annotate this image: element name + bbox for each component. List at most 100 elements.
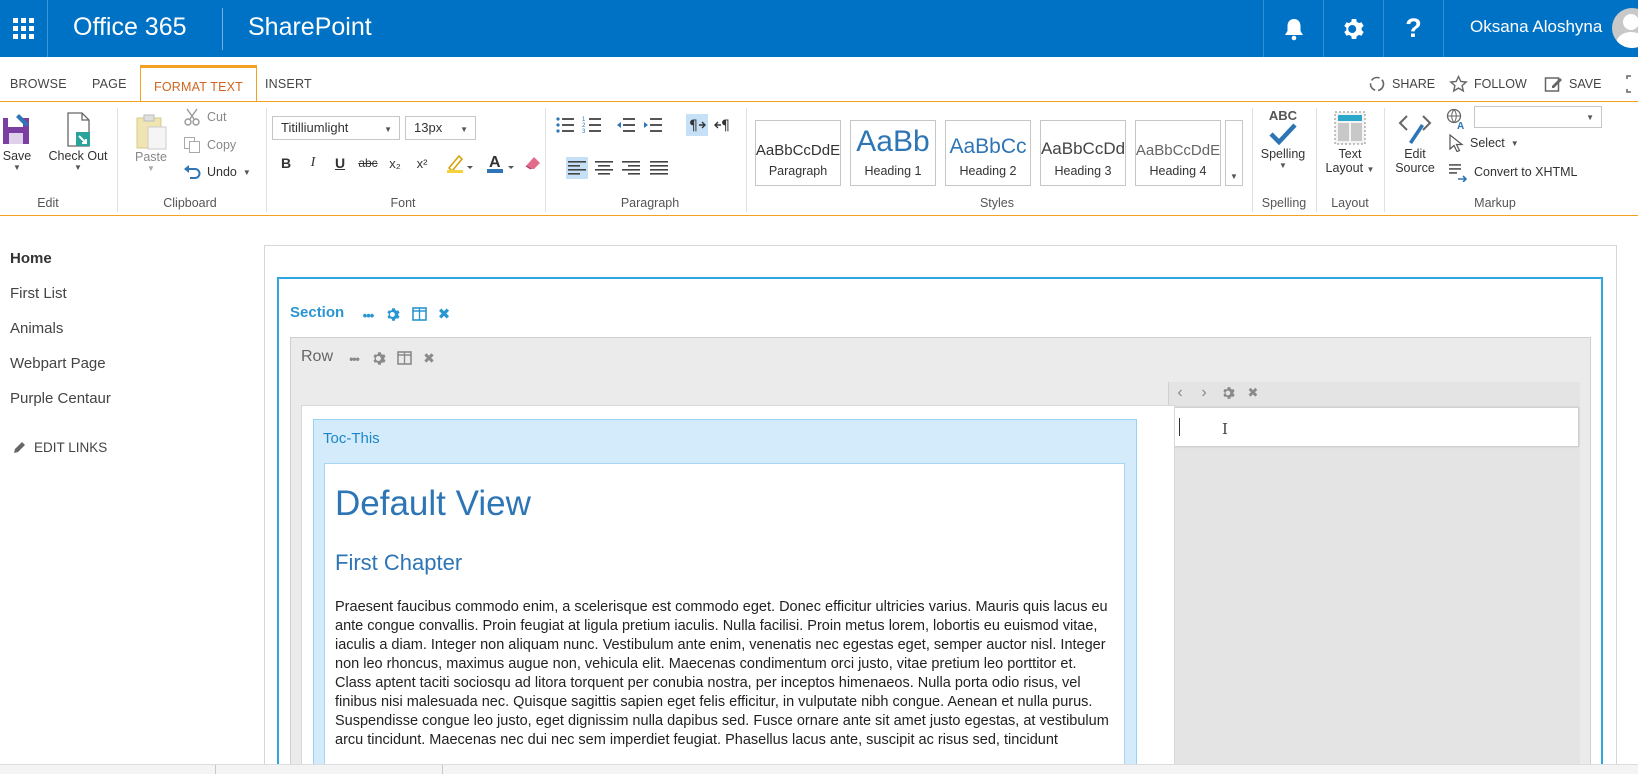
webpart-content[interactable]: Default View First Chapter Praesent fauc… xyxy=(324,463,1125,774)
save-label: Save xyxy=(2,149,32,163)
markup-group-label: Markup xyxy=(1474,196,1516,210)
strikethrough-button[interactable]: abc xyxy=(357,152,379,174)
undo-button[interactable]: Undo ▼ xyxy=(183,163,251,181)
row-delete-button[interactable]: ✖ xyxy=(421,350,437,366)
numbering-button[interactable]: 1 2 3 xyxy=(581,114,603,136)
language-select[interactable]: ▼ xyxy=(1474,106,1602,128)
bullets-button[interactable] xyxy=(554,114,576,136)
highlight-color-button[interactable] xyxy=(443,152,477,174)
style-heading-2[interactable]: AaBbCc Heading 2 xyxy=(945,120,1031,186)
font-family-select[interactable]: Titilliumlight ▼ xyxy=(272,116,400,140)
tab-insert[interactable]: INSERT xyxy=(265,77,312,91)
font-size-select[interactable]: 13px ▼ xyxy=(405,116,476,140)
row-layout-button[interactable] xyxy=(396,350,412,366)
svg-text:¶: ¶ xyxy=(721,118,730,134)
check-out-document-icon xyxy=(67,112,90,147)
nav-item-webpart-page[interactable]: Webpart Page xyxy=(10,355,106,372)
paste-button[interactable]: Paste ▼ xyxy=(128,112,174,173)
follow-button[interactable]: FOLLOW xyxy=(1449,75,1527,93)
underline-button[interactable]: U xyxy=(329,152,351,174)
increase-indent-button[interactable] xyxy=(642,114,664,136)
edit-links-label: EDIT LINKS xyxy=(34,440,108,455)
font-color-icon: A xyxy=(487,154,514,173)
cut-button[interactable]: Cut xyxy=(183,108,226,126)
align-center-button[interactable] xyxy=(593,157,615,179)
edit-source-label-1: Edit xyxy=(1404,147,1426,161)
tab-page[interactable]: PAGE xyxy=(92,77,127,91)
align-left-button[interactable] xyxy=(566,157,588,179)
style-sample: AaBbCcDdE xyxy=(1135,142,1221,159)
content-paragraph: Praesent faucibus commodo enim, a sceler… xyxy=(335,599,1109,748)
style-sample: AaBbCc xyxy=(949,135,1027,158)
edit-source-label-2: Source xyxy=(1395,161,1435,175)
right-to-left-button[interactable]: ¶ xyxy=(713,114,735,136)
clipboard-group-label: Clipboard xyxy=(163,196,217,210)
save-page-button[interactable]: SAVE xyxy=(1544,75,1601,93)
gear-icon xyxy=(372,351,386,365)
column-settings-button[interactable] xyxy=(1221,385,1237,401)
text-cursor-icon: I xyxy=(1222,420,1228,438)
avatar[interactable] xyxy=(1612,8,1638,48)
italic-button[interactable]: I xyxy=(302,152,324,174)
row-more-button[interactable]: ••• xyxy=(346,351,362,367)
nav-item-purple-centaur[interactable]: Purple Centaur xyxy=(10,390,111,407)
tab-format-text[interactable]: FORMAT TEXT xyxy=(140,65,258,102)
convert-to-xhtml-button[interactable]: Convert to XHTML xyxy=(1448,162,1578,182)
bold-button[interactable]: B xyxy=(275,152,297,174)
spelling-label: Spelling xyxy=(1260,147,1306,161)
tab-browse[interactable]: BROWSE xyxy=(10,77,67,91)
text-layout-button[interactable]: Text Layout ▼ xyxy=(1320,110,1380,177)
section-settings-button[interactable] xyxy=(385,306,401,322)
font-color-button[interactable]: A xyxy=(484,152,518,174)
align-right-button[interactable] xyxy=(620,157,642,179)
office-365-brand[interactable]: Office 365 xyxy=(73,13,187,42)
select-button[interactable]: Select ▼ xyxy=(1448,134,1519,152)
chevron-down-icon: ▼ xyxy=(13,163,21,172)
rtl-paragraph-icon: ¶ xyxy=(714,118,730,134)
column-move-right-button[interactable]: › xyxy=(1196,384,1212,401)
section-layout-button[interactable] xyxy=(411,306,427,322)
styles-more-button[interactable]: ▼ xyxy=(1225,120,1243,186)
help-button[interactable]: ? xyxy=(1383,0,1443,57)
subscript-button[interactable]: x₂ xyxy=(384,152,406,174)
nav-item-home[interactable]: Home xyxy=(10,250,52,267)
share-button[interactable]: SHARE xyxy=(1368,75,1435,93)
star-icon xyxy=(1449,75,1468,93)
edit-links-button[interactable]: EDIT LINKS xyxy=(12,440,107,455)
spelling-button[interactable]: ABC Spelling ▼ xyxy=(1256,108,1310,170)
style-heading-1[interactable]: AaBb Heading 1 xyxy=(850,120,936,186)
section-more-button[interactable]: ••• xyxy=(360,307,376,323)
section-delete-button[interactable]: ✖ xyxy=(436,306,452,323)
style-heading-4[interactable]: AaBbCcDdE Heading 4 xyxy=(1135,120,1221,186)
column-delete-button[interactable]: ✖ xyxy=(1245,385,1261,401)
settings-button[interactable] xyxy=(1323,0,1383,57)
app-launcher-button[interactable] xyxy=(0,0,48,57)
nav-item-first-list[interactable]: First List xyxy=(10,285,67,302)
focus-on-content-button[interactable] xyxy=(1626,75,1638,93)
copy-button[interactable]: Copy xyxy=(183,136,236,154)
style-heading-3[interactable]: AaBbCcDd Heading 3 xyxy=(1040,120,1126,186)
edit-source-button[interactable]: Edit Source xyxy=(1388,110,1442,175)
style-paragraph[interactable]: AaBbCcDdE Paragraph xyxy=(755,120,841,186)
column-move-left-button[interactable]: ‹ xyxy=(1172,384,1188,401)
clear-format-button[interactable] xyxy=(522,152,544,174)
justify-button[interactable] xyxy=(648,157,670,179)
sharepoint-app-title[interactable]: SharePoint xyxy=(248,13,372,42)
svg-text:3: 3 xyxy=(582,129,586,135)
webpart-title: Toc-This xyxy=(323,430,380,447)
decrease-indent-button[interactable] xyxy=(615,114,637,136)
content-heading-2: First Chapter xyxy=(335,550,463,575)
user-name[interactable]: Oksana Aloshyna xyxy=(1470,17,1602,37)
save-button[interactable]: Save ▼ xyxy=(0,112,34,172)
row-settings-button[interactable] xyxy=(371,350,387,366)
check-out-button[interactable]: Check Out ▼ xyxy=(46,112,110,172)
superscript-button[interactable]: x² xyxy=(411,152,433,174)
notifications-button[interactable] xyxy=(1263,0,1323,57)
rich-text-editor[interactable]: I xyxy=(1168,407,1579,447)
convert-label: Convert to XHTML xyxy=(1474,165,1578,179)
left-to-right-button[interactable]: ¶ xyxy=(686,114,708,136)
nav-item-animals[interactable]: Animals xyxy=(10,320,63,337)
language-picker[interactable]: A xyxy=(1446,108,1468,130)
more-dots-icon: ••• xyxy=(362,307,375,323)
suite-bar: Office 365 SharePoint ? Oksana Aloshyna xyxy=(0,0,1638,57)
